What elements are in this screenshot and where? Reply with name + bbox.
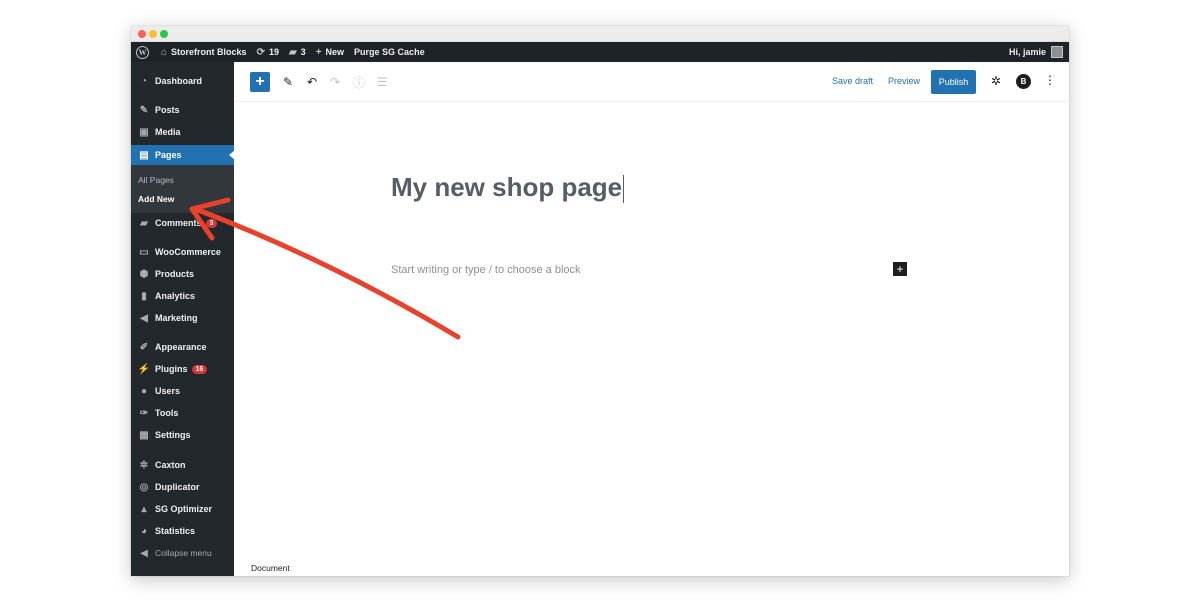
home-icon: ⌂ — [161, 46, 168, 58]
sidebar-item-users[interactable]: ● Users — [131, 381, 234, 401]
add-block-button[interactable]: + — [250, 72, 270, 92]
users-icon: ● — [140, 385, 148, 397]
breadcrumb: Document — [251, 563, 290, 573]
comments-count-badge: 3 — [205, 218, 218, 228]
comment-bubble-icon: ▰ — [288, 46, 297, 58]
pages-submenu: All Pages Add New — [131, 165, 234, 213]
plugin-badge-icon[interactable]: B — [1016, 74, 1031, 89]
pin-icon: ✎ — [139, 104, 149, 116]
redo-icon[interactable]: ↷ — [328, 73, 342, 91]
sidebar-item-statistics[interactable]: ◕ Statistics — [131, 521, 234, 541]
plugin-icon: ⚡ — [137, 363, 151, 375]
sidebar-item-caxton[interactable]: ✲ Caxton — [131, 455, 234, 475]
comments-icon: ▰ — [140, 217, 148, 229]
media-icon: ▣ — [139, 126, 149, 138]
publish-button[interactable]: Publish — [931, 70, 976, 94]
sidebar-item-marketing[interactable]: ◀ Marketing — [131, 308, 234, 328]
sidebar-item-appearance[interactable]: ✐ Appearance — [131, 337, 234, 357]
brush-icon: ✐ — [139, 341, 149, 353]
sidebar-item-woocommerce[interactable]: ▭ WooCommerce — [131, 242, 234, 262]
products-icon: ⬢ — [139, 268, 149, 280]
avatar — [1051, 46, 1063, 58]
sidebar-item-duplicator[interactable]: ◎ Duplicator — [131, 477, 234, 497]
sidebar-item-media[interactable]: ▣ Media — [131, 122, 234, 142]
pie-icon: ◕ — [140, 525, 148, 537]
megaphone-icon: ◀ — [140, 312, 148, 324]
dashboard-icon: ◔ — [140, 75, 148, 87]
info-icon[interactable]: ⓘ — [352, 73, 366, 91]
sidebar-item-settings[interactable]: ▦ Settings — [131, 425, 234, 445]
undo-icon[interactable]: ↶ — [305, 73, 319, 91]
window-titlebar — [131, 26, 1069, 42]
admin-sidebar: ◔ Dashboard ✎ Posts ▣ Media ▤ Pages All … — [131, 62, 235, 576]
submenu-all-pages[interactable]: All Pages — [138, 175, 174, 185]
more-options-icon[interactable]: ⋮ — [1044, 73, 1056, 87]
minimize-window-icon[interactable] — [149, 30, 157, 38]
updates-icon: ⟳ — [256, 46, 265, 58]
wordpress-logo-icon[interactable]: W — [136, 45, 149, 59]
new-content-link[interactable]: + New — [316, 47, 344, 58]
updates-link[interactable]: ⟳ 19 — [257, 47, 279, 58]
browser-window: W ⌂ Storefront Blocks ⟳ 19 ▰ 3 + New Pur… — [131, 26, 1069, 576]
sidebar-item-plugins[interactable]: ⚡ Plugins 16 — [131, 359, 234, 379]
sidebar-item-pages[interactable]: ▤ Pages — [131, 145, 235, 165]
comments-link[interactable]: ▰ 3 — [289, 47, 306, 58]
inline-add-block-button[interactable]: + — [893, 262, 907, 276]
sidebar-item-dashboard[interactable]: ◔ Dashboard — [131, 71, 234, 91]
account-menu[interactable]: Hi, jamie — [1009, 42, 1063, 62]
sidebar-item-posts[interactable]: ✎ Posts — [131, 100, 234, 120]
settings-gear-icon[interactable]: ✲ — [991, 74, 1001, 88]
close-window-icon[interactable] — [138, 30, 146, 38]
edit-tools-icon[interactable]: ✎ — [281, 73, 295, 91]
analytics-icon: ▮ — [141, 290, 147, 302]
text-cursor — [623, 175, 625, 204]
sg-optimizer-icon: ▴ — [141, 503, 147, 515]
outline-list-icon[interactable]: ☰ — [375, 73, 389, 91]
editor-toolbar: + ✎ ↶ ↷ ⓘ ☰ Save draft Preview Publish ✲… — [234, 62, 1069, 102]
gear-icon: ✲ — [139, 459, 149, 471]
pages-icon: ▤ — [139, 149, 149, 161]
preview-button[interactable]: Preview — [888, 76, 920, 86]
plugins-update-badge: 16 — [191, 364, 208, 374]
duplicator-icon: ◎ — [139, 481, 149, 493]
sidebar-item-products[interactable]: ⬢ Products — [131, 264, 234, 284]
sidebar-item-sg-optimizer[interactable]: ▴ SG Optimizer — [131, 499, 234, 519]
collapse-menu-button[interactable]: ◀ Collapse menu — [131, 543, 234, 563]
woocommerce-icon: ▭ — [139, 246, 149, 258]
settings-icon: ▦ — [139, 429, 149, 441]
maximize-window-icon[interactable] — [160, 30, 168, 38]
purge-cache-link[interactable]: Purge SG Cache — [354, 47, 425, 57]
collapse-icon: ◀ — [140, 547, 148, 559]
site-name-link[interactable]: ⌂ Storefront Blocks — [161, 47, 247, 58]
sidebar-item-comments[interactable]: ▰ Comments 3 — [131, 213, 234, 233]
save-draft-button[interactable]: Save draft — [832, 76, 873, 86]
sidebar-item-analytics[interactable]: ▮ Analytics — [131, 286, 234, 306]
plus-icon: + — [315, 46, 322, 58]
block-editor: + ✎ ↶ ↷ ⓘ ☰ Save draft Preview Publish ✲… — [234, 62, 1069, 576]
submenu-add-new[interactable]: Add New — [138, 194, 174, 204]
sidebar-item-tools[interactable]: ✑ Tools — [131, 403, 234, 423]
admin-bar: W ⌂ Storefront Blocks ⟳ 19 ▰ 3 + New Pur… — [131, 42, 1069, 62]
wrench-icon: ✑ — [139, 407, 149, 419]
block-placeholder[interactable]: Start writing or type / to choose a bloc… — [391, 264, 581, 276]
page-title-input[interactable]: My new shop page — [391, 172, 625, 204]
